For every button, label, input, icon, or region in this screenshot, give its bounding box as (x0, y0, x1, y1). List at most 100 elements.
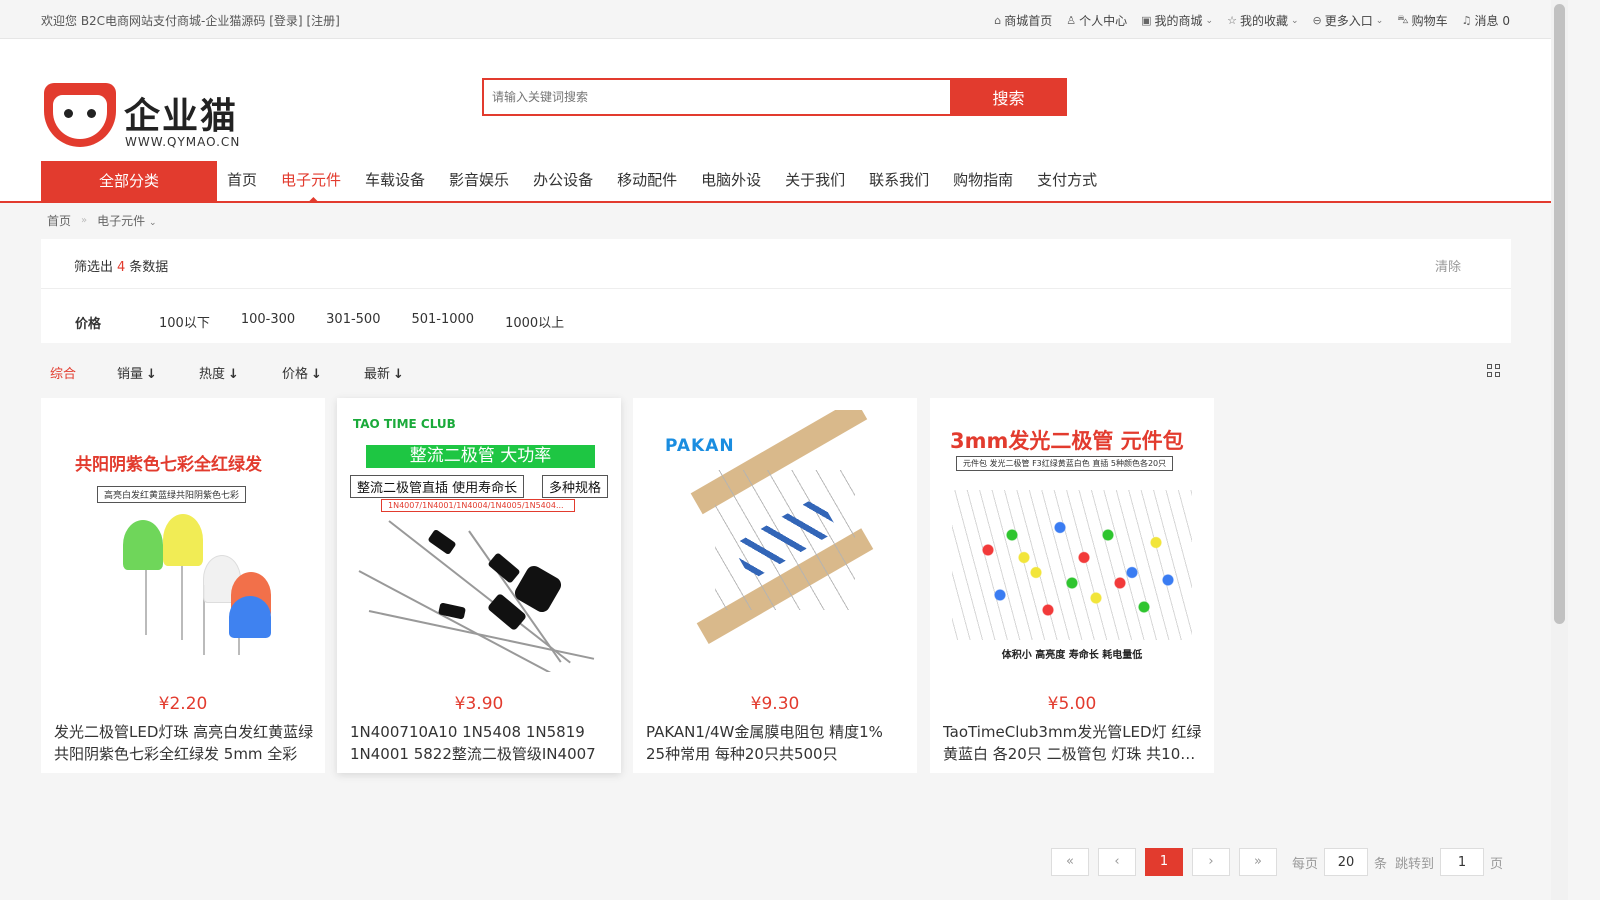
jump-unit: 页 (1490, 856, 1504, 872)
image-footer: 体积小 高亮度 寿命长 耗电量低 (1001, 650, 1143, 661)
price-range-option[interactable]: 501-1000 (411, 312, 474, 331)
per-page-unit: 条 (1374, 856, 1388, 872)
price-range-option[interactable]: 1000以上 (505, 312, 564, 331)
product-image[interactable]: 3mm发光二极管 元件包 元件包 发光二极管 F3红绿黄蓝白色 直插 5种颜色各… (942, 410, 1202, 672)
top-link-messages[interactable]: ♫ 消息 0 (1462, 12, 1510, 29)
product-card[interactable]: 共阳阴紫色七彩全红绿发 高亮白发红黄蓝绿共阳阴紫色七彩 ¥2.20 发光二极管L… (41, 398, 325, 773)
nav-car-equipment[interactable]: 车载设备 (365, 161, 437, 201)
top-link-label: 消息 0 (1474, 14, 1510, 28)
sort-popularity[interactable]: 热度 ↓ (199, 363, 239, 382)
nav-payment-methods[interactable]: 支付方式 (1037, 161, 1109, 201)
price-range-option[interactable]: 301-500 (326, 312, 380, 331)
image-subheading: 高亮白发红黄蓝绿共阳阴紫色七彩 (97, 486, 247, 503)
product-image[interactable]: TAO TIME CLUB 整流二极管 大功率 整流二极管直插 使用寿命长 多种… (349, 410, 609, 672)
nav-office-equipment[interactable]: 办公设备 (533, 161, 605, 201)
top-link-user-center[interactable]: ♙ 个人中心 (1066, 12, 1127, 29)
sort-newest[interactable]: 最新 ↓ (364, 363, 404, 382)
top-link-label: 更多入口 (1324, 14, 1373, 28)
sort-label: 销量 (117, 367, 144, 382)
breadcrumb-home[interactable]: 首页 (47, 212, 71, 229)
nav-electronic-components[interactable]: 电子元件 (281, 161, 353, 201)
price-filter-label: 价格 (75, 317, 102, 332)
sort-label: 热度 (199, 367, 226, 382)
sort-label: 价格 (282, 367, 309, 382)
product-card[interactable]: TAO TIME CLUB 整流二极管 大功率 整流二极管直插 使用寿命长 多种… (337, 398, 621, 773)
nav-shopping-guide[interactable]: 购物指南 (953, 161, 1025, 201)
result-count: 筛选出 4 条数据 (74, 256, 168, 275)
grid-view-icon[interactable] (1487, 364, 1501, 378)
result-count-suffix: 条数据 (129, 260, 169, 275)
nav-about-us[interactable]: 关于我们 (785, 161, 857, 201)
scrollbar-thumb[interactable] (1554, 4, 1565, 624)
sort-label: 综合 (50, 367, 77, 382)
next-page-button[interactable]: › (1192, 848, 1230, 876)
image-heading: 共阳阴紫色七彩全红绿发 (75, 455, 262, 475)
star-icon: ☆ (1227, 14, 1237, 27)
login-link[interactable]: [登录] (269, 14, 302, 28)
chevron-down-icon: ⌄ (1290, 15, 1299, 26)
top-link-cart[interactable]: ⛍ 购物车 (1397, 12, 1447, 29)
top-link-favorites[interactable]: ☆ 我的收藏 ⌄ (1227, 12, 1298, 29)
product-card[interactable]: PAKAN ¥9.30 PAKAN1/4W金属膜电阻包 精度1% 25种常用 每… (633, 398, 917, 773)
register-link[interactable]: [注册] (306, 14, 339, 28)
nav-computer-peripherals[interactable]: 电脑外设 (701, 161, 773, 201)
nav-home[interactable]: 首页 (227, 161, 269, 201)
product-card[interactable]: 3mm发光二极管 元件包 元件包 发光二极管 F3红绿黄蓝白色 直插 5种颜色各… (930, 398, 1214, 773)
image-subheading-2: 多种规格 (542, 475, 609, 498)
price-filter-row: 价格 100以下 100-300 301-500 501-1000 1000以上 (41, 289, 1511, 343)
result-count-prefix: 筛选出 (74, 260, 114, 275)
nav-mobile-accessories[interactable]: 移动配件 (617, 161, 689, 201)
logo[interactable]: 企业猫 WWW.QYMAO.CN (44, 83, 254, 149)
top-link-my-shop[interactable]: ▣ 我的商城 ⌄ (1141, 12, 1213, 29)
arrow-down-icon: ↓ (393, 367, 404, 382)
product-title[interactable]: 发光二极管LED灯珠 高亮白发红黄蓝绿共阳阴紫色七彩全红绿发 5mm 全彩 (54, 721, 314, 765)
product-image[interactable]: 共阳阴紫色七彩全红绿发 高亮白发红黄蓝绿共阳阴紫色七彩 (53, 410, 313, 672)
product-title[interactable]: TaoTimeClub3mm发光管LED灯 红绿黄蓝白 各20只 二极管包 灯珠… (943, 721, 1203, 765)
search-input[interactable] (482, 78, 950, 116)
product-title[interactable]: 1N400710A10 1N5408 1N5819 1N4001 5822整流二… (350, 721, 610, 765)
nav-contact-us[interactable]: 联系我们 (869, 161, 941, 201)
per-page-label: 每页 (1292, 856, 1319, 872)
breadcrumb-current[interactable]: 电子元件 ⌄ (97, 212, 156, 229)
sort-bar: 综合 销量 ↓ 热度 ↓ 价格 ↓ 最新 ↓ (41, 358, 1511, 386)
logo-domain: WWW.QYMAO.CN (125, 135, 241, 149)
arrow-down-icon: ↓ (311, 367, 322, 382)
top-nav: ⌂ 商城首页 ♙ 个人中心 ▣ 我的商城 ⌄ ☆ 我的收藏 ⌄ ⊖ 更多入口 ⌄… (994, 12, 1510, 29)
top-link-label: 我的商城 (1154, 14, 1203, 28)
led-pile-icon (952, 490, 1192, 640)
header: 企业猫 WWW.QYMAO.CN 搜索 全部分类 首页 电子元件 车载设备 影音… (0, 39, 1568, 203)
sort-sales[interactable]: 销量 ↓ (117, 363, 157, 382)
prev-page-button[interactable]: ‹ (1098, 848, 1136, 876)
sort-comprehensive[interactable]: 综合 (50, 363, 76, 382)
page-number-button[interactable]: 1 (1145, 848, 1183, 876)
price-range-option[interactable]: 100-300 (241, 312, 295, 331)
product-price: ¥5.00 (1047, 694, 1097, 714)
scrollbar[interactable] (1551, 0, 1568, 900)
bell-icon: ♫ (1461, 14, 1472, 27)
user-icon: ♙ (1066, 14, 1077, 27)
filter-panel: 筛选出 4 条数据 清除 价格 100以下 100-300 301-500 501-… (41, 239, 1511, 343)
green-led-icon (123, 520, 163, 570)
clear-filters-button[interactable]: 清除 (1435, 256, 1461, 275)
top-link-home[interactable]: ⌂ 商城首页 (994, 12, 1052, 29)
diode-icon (438, 602, 466, 620)
chevron-down-icon: ⌄ (148, 218, 157, 228)
product-price: ¥3.90 (454, 694, 504, 714)
product-title[interactable]: PAKAN1/4W金属膜电阻包 精度1% 25种常用 每种20只共500只 (646, 721, 906, 765)
search-button[interactable]: 搜索 (950, 78, 1067, 116)
top-link-more[interactable]: ⊖ 更多入口 ⌄ (1313, 12, 1384, 29)
product-image[interactable]: PAKAN (645, 410, 905, 672)
nav-audio-video[interactable]: 影音娱乐 (449, 161, 521, 201)
chevron-down-icon: ⌄ (1205, 15, 1214, 26)
main-nav: 全部分类 首页 电子元件 车载设备 影音娱乐 办公设备 移动配件 电脑外设 关于… (0, 161, 1568, 203)
all-categories-button[interactable]: 全部分类 (41, 161, 217, 201)
price-range-option[interactable]: 100以下 (159, 312, 210, 331)
first-page-button[interactable]: « (1051, 848, 1089, 876)
per-page-input[interactable] (1324, 848, 1369, 876)
led-leg (181, 560, 183, 640)
logo-name: 企业猫 (124, 96, 239, 137)
last-page-button[interactable]: » (1239, 848, 1277, 876)
sort-price[interactable]: 价格 ↓ (282, 363, 322, 382)
jump-page-input[interactable] (1440, 848, 1485, 876)
product-price: ¥9.30 (750, 694, 800, 714)
